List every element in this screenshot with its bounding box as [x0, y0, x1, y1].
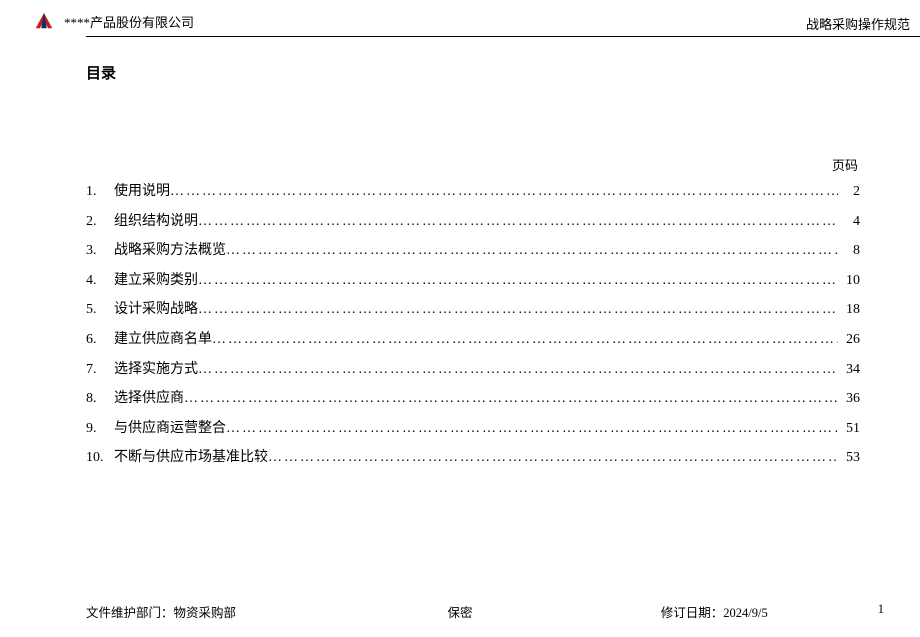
toc-item-number: 3.: [86, 241, 110, 261]
toc-leader-dots: [226, 241, 838, 261]
toc-item-number: 8.: [86, 389, 110, 409]
toc-item-page: 34: [838, 360, 860, 380]
toc-item: 8.选择供应商 36: [86, 389, 860, 409]
footer-department: 文件维护部门：物资采购部: [86, 602, 236, 621]
dept-value: 物资采购部: [174, 606, 237, 620]
toc-item-title: 选择供应商: [110, 389, 184, 409]
toc-item-title: 与供应商运营整合: [110, 419, 226, 439]
toc-item-title: 建立供应商名单: [110, 330, 212, 350]
toc-item: 1.使用说明 2: [86, 182, 860, 202]
toc-item-title: 使用说明: [110, 182, 170, 202]
toc-item-title: 战略采购方法概览: [110, 241, 226, 261]
date-label: 修订日期：: [661, 606, 724, 620]
toc-heading: 目录: [86, 62, 860, 83]
company-logo-icon: [30, 13, 58, 31]
toc-leader-dots: [198, 360, 838, 380]
toc-item: 10.不断与供应市场基准比较 53: [86, 448, 860, 468]
toc-leader-dots: [268, 448, 838, 468]
toc-item-number: 10.: [86, 448, 110, 468]
document-header: ****产品股份有限公司 战略采购操作规范: [0, 0, 920, 40]
toc-item-page: 18: [838, 300, 860, 320]
document-footer: 文件维护部门：物资采购部 保密 修订日期：2024/9/5 1: [0, 602, 920, 621]
page-number: 1: [878, 602, 884, 621]
toc-item-page: 4: [838, 212, 860, 232]
footer-confidential: 保密: [447, 602, 472, 621]
dept-label: 文件维护部门：: [86, 606, 174, 620]
toc-leader-dots: [198, 212, 838, 232]
toc-item: 3.战略采购方法概览 8: [86, 241, 860, 261]
toc-leader-dots: [170, 182, 838, 202]
toc-leader-dots: [184, 389, 838, 409]
toc-item-title: 设计采购战略: [110, 300, 198, 320]
toc-item: 9.与供应商运营整合 51: [86, 419, 860, 439]
footer-date: 修订日期：2024/9/5: [661, 602, 768, 621]
toc-item-page: 53: [838, 448, 860, 468]
toc-item-title: 组织结构说明: [110, 212, 198, 232]
toc-item-title: 不断与供应市场基准比较: [110, 448, 268, 468]
toc-item: 4.建立采购类别 10: [86, 271, 860, 291]
toc-item-number: 1.: [86, 182, 110, 202]
document-body: 目录 页码 1.使用说明 2 2.组织结构说明 4 3.战略采购方法概览 8 4.建立采购类…: [0, 40, 920, 468]
company-name: ****产品股份有限公司: [64, 12, 194, 31]
toc-leader-dots: [198, 271, 838, 291]
toc-item-page: 2: [838, 182, 860, 202]
toc-item: 7.选择实施方式 34: [86, 360, 860, 380]
toc-item-page: 51: [838, 419, 860, 439]
header-left: ****产品股份有限公司: [30, 12, 890, 31]
toc-item-page: 8: [838, 241, 860, 261]
toc-item: 5.设计采购战略 18: [86, 300, 860, 320]
date-value: 2024/9/5: [723, 606, 767, 620]
toc-item: 2.组织结构说明 4: [86, 212, 860, 232]
toc-item-number: 5.: [86, 300, 110, 320]
page-label: 页码: [86, 155, 860, 174]
toc-item-page: 26: [838, 330, 860, 350]
header-divider: [86, 36, 920, 37]
toc-leader-dots: [198, 300, 838, 320]
toc-item-number: 6.: [86, 330, 110, 350]
toc-item-number: 2.: [86, 212, 110, 232]
toc-list: 1.使用说明 2 2.组织结构说明 4 3.战略采购方法概览 8 4.建立采购类别 10 5.设…: [86, 182, 860, 468]
footer-right: 修订日期：2024/9/5 1: [661, 602, 890, 621]
toc-leader-dots: [226, 419, 838, 439]
toc-item: 6.建立供应商名单 26: [86, 330, 860, 350]
toc-item-number: 4.: [86, 271, 110, 291]
document-title: 战略采购操作规范: [806, 14, 910, 33]
toc-item-page: 36: [838, 389, 860, 409]
toc-item-number: 9.: [86, 419, 110, 439]
toc-leader-dots: [212, 330, 838, 350]
toc-item-title: 建立采购类别: [110, 271, 198, 291]
toc-item-title: 选择实施方式: [110, 360, 198, 380]
toc-item-number: 7.: [86, 360, 110, 380]
toc-item-page: 10: [838, 271, 860, 291]
